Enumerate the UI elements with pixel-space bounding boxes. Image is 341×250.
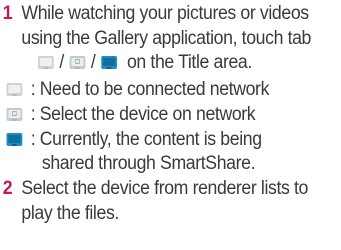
legend-text-disconnected: : Need to be connected network [30,79,270,100]
smartshare-instructions: 1 While watching your pictures or videos… [0,0,341,250]
separator: / [90,52,96,73]
separator: / [59,52,64,73]
legend-text-sharing-line-2: shared through SmartShare. [41,153,256,174]
legend-text-select: : Select the device on network [30,104,256,125]
legend-text-sharing-line-1: : Currently, the content is being [30,129,262,150]
network-disconnected-icon [38,56,54,69]
network-select-icon [6,108,23,121]
step-1-text-line-2: using the Gallery application, touch tab [21,28,312,49]
network-disconnected-icon [6,83,23,96]
step-2-text-line-2: play the files. [21,203,119,224]
network-select-icon [69,56,86,69]
smartshare-sharing-icon [101,56,117,69]
step-2-number: 2 [2,178,13,199]
smartshare-sharing-icon [6,133,23,146]
step-1-number: 1 [2,3,13,24]
step-1-line-3: / / on the Title area. [38,51,252,75]
step-1-text-line-1: While watching your pictures or videos [21,3,309,24]
step-1-text-line-3: on the Title area. [126,52,252,73]
step-2-text-line-1: Select the device from renderer lists to [21,178,309,199]
